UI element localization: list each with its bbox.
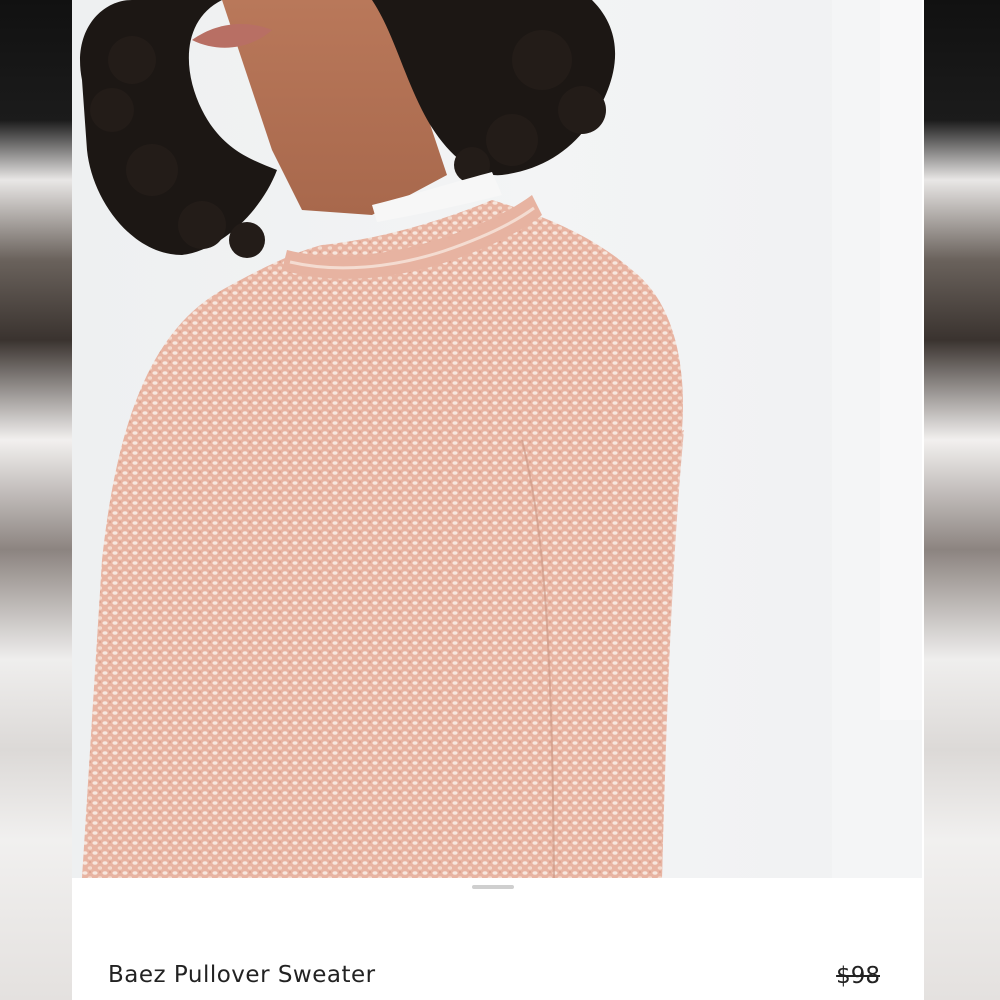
screen: Baez Pullover Sweater $98 [0,0,1000,1000]
product-title: Baez Pullover Sweater [108,962,376,988]
original-price-strikethrough: $98 [836,963,880,989]
product-sheet: Baez Pullover Sweater $98 [72,0,924,1000]
blurred-background-right [924,0,1000,1000]
product-photo-illustration [80,0,922,878]
drag-handle[interactable] [472,885,514,889]
blurred-background-left [0,0,72,1000]
product-photo[interactable] [72,0,922,878]
